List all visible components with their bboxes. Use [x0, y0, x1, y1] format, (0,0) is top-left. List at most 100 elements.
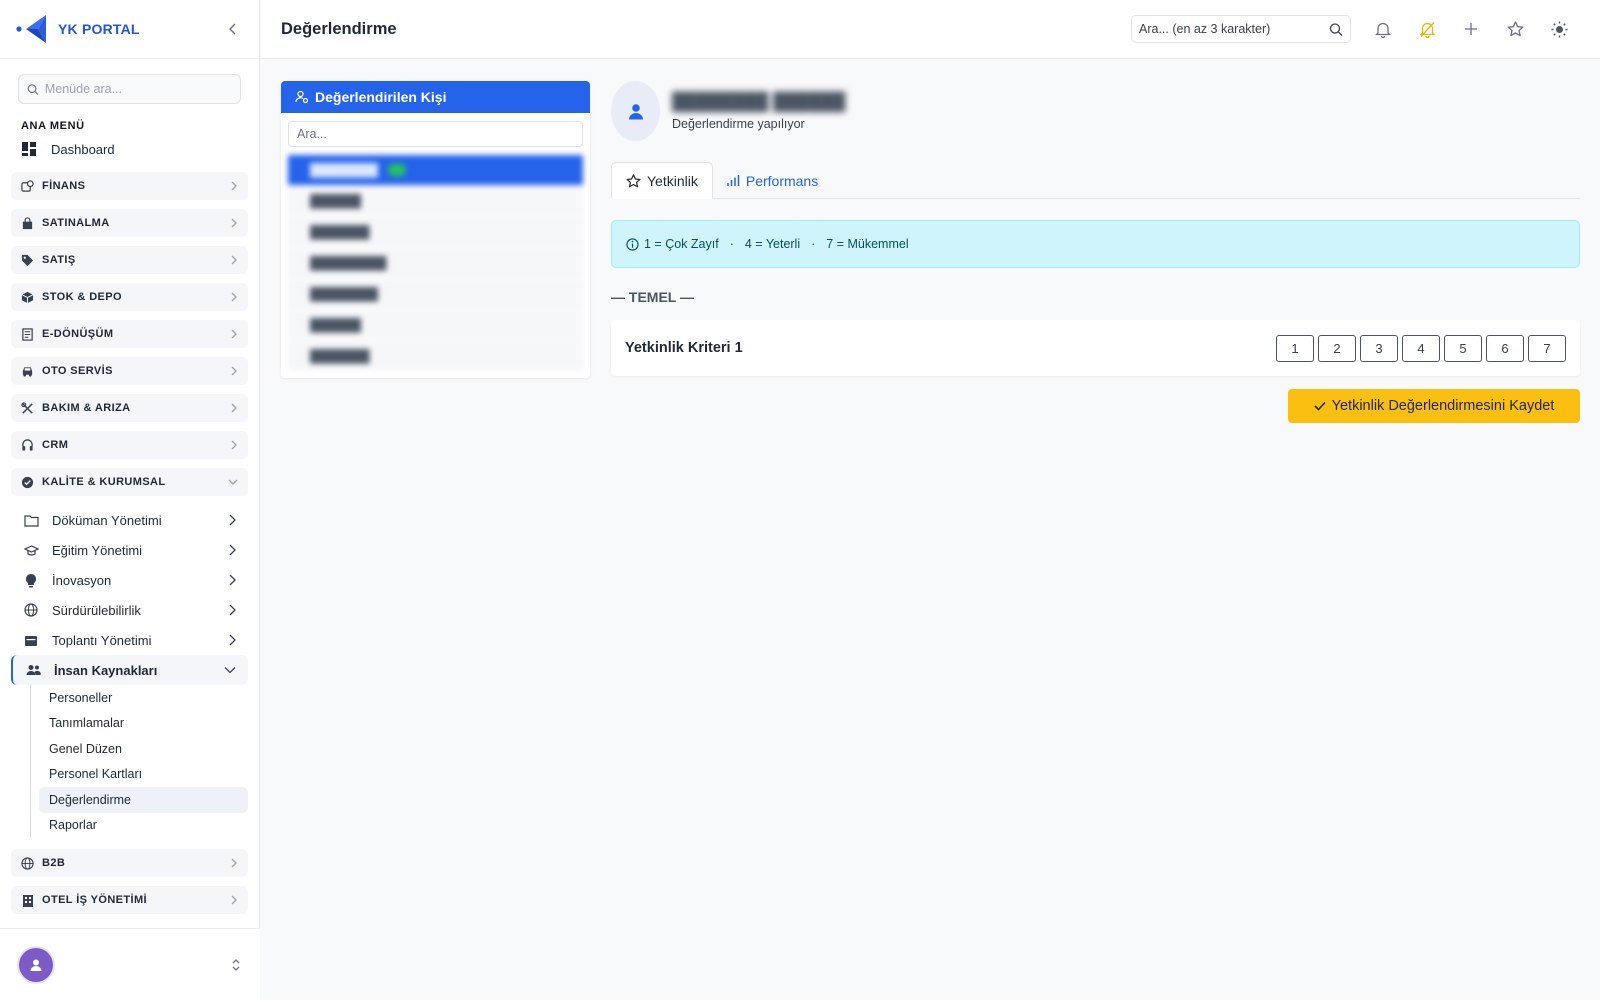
add-button[interactable] [1461, 19, 1481, 39]
user-menu-toggle[interactable] [231, 958, 241, 972]
legend-item: 7 = Mükemmel [826, 237, 909, 251]
list-item[interactable]: ██████ [288, 186, 583, 217]
tab-performans[interactable]: Performans [713, 162, 832, 199]
menu-group-label: SATINALMA [42, 217, 110, 229]
search-icon[interactable] [1329, 22, 1343, 37]
list-item[interactable]: ██████ [288, 310, 583, 341]
rating-button-4[interactable]: 4 [1402, 334, 1440, 362]
mute-notifications-button[interactable] [1417, 19, 1437, 39]
sidebar-item-degerlendirme[interactable]: Değerlendirme [39, 787, 248, 813]
rating-button-2[interactable]: 2 [1318, 334, 1356, 362]
menu-group-label: STOK & DEPO [42, 291, 122, 303]
sun-icon [1551, 21, 1567, 37]
rating-button-6[interactable]: 6 [1486, 334, 1524, 362]
chevron-right-icon [230, 895, 238, 905]
list-item[interactable]: ███████ [288, 341, 583, 372]
people-icon [25, 662, 41, 678]
chevron-updown-icon [232, 958, 240, 971]
sidebar-item-tanimlamalar[interactable]: Tanımlamalar [39, 711, 248, 737]
sidebar-item-personel-kartlari[interactable]: Personel Kartları [39, 762, 248, 788]
list-item[interactable]: ███████ [288, 217, 583, 248]
sidebar-item-dokuman-yonetimi[interactable]: Döküman Yönetimi [11, 505, 248, 535]
evaluated-person-header: ████████ ██████ Değerlendirme yapılıyor [611, 81, 845, 141]
favorites-button[interactable] [1505, 19, 1525, 39]
tab-label: Yetkinlik [647, 172, 698, 189]
chevron-right-icon [230, 858, 238, 868]
sidebar-item-surdurulebilirlik[interactable]: Sürdürülebilirlik [11, 595, 248, 625]
chevron-right-icon [230, 440, 238, 450]
sidebar: YK PORTAL ANA MENÜ Dashboard FİNANS SATI… [0, 0, 260, 1000]
theme-toggle-button[interactable] [1549, 19, 1569, 39]
sidebar-item-label: İnovasyon [52, 572, 112, 588]
person-name-redacted: ████████ ██████ [672, 91, 846, 111]
dashboard-icon [22, 142, 36, 156]
sidebar-item-label: Sürdürülebilirlik [52, 602, 141, 618]
tab-yetkinlik[interactable]: Yetkinlik [611, 162, 713, 199]
list-item[interactable]: ████████ [288, 279, 583, 310]
sidebar-item-inovasyon[interactable]: İnovasyon [11, 565, 248, 595]
menu-group-b2b[interactable]: B2B [11, 849, 248, 877]
list-item[interactable]: ████████ [288, 155, 583, 186]
menu-group-oto-servis[interactable]: OTO SERVİS [11, 357, 248, 385]
graduation-cap-icon [23, 542, 39, 558]
notifications-button[interactable] [1373, 19, 1393, 39]
calendar-icon [23, 632, 39, 648]
rating-button-3[interactable]: 3 [1360, 334, 1398, 362]
menu-group-otel-is-yonetimi[interactable]: OTEL İŞ YÖNETİMİ [11, 886, 248, 914]
bell-icon [1375, 22, 1391, 38]
menu-group-bakim-ariza[interactable]: BAKIM & ARIZA [11, 394, 248, 422]
sidebar-item-dashboard[interactable]: Dashboard [21, 139, 259, 159]
person-info: ████████ ██████ Değerlendirme yapılıyor [672, 92, 845, 131]
shopping-bag-icon [21, 216, 34, 230]
sidebar-item-label: Toplantı Yönetimi [52, 632, 152, 648]
sidebar-item-egitim-yonetimi[interactable]: Eğitim Yönetimi [11, 535, 248, 565]
list-item[interactable]: █████████ [288, 248, 583, 279]
sidebar-item-toplanti-yonetimi[interactable]: Toplantı Yönetimi [11, 625, 248, 655]
sidebar-header: YK PORTAL [0, 0, 259, 59]
menu-group-finans[interactable]: FİNANS [11, 172, 248, 200]
rating-button-5[interactable]: 5 [1444, 334, 1482, 362]
document-icon [21, 327, 34, 341]
menu-group-crm[interactable]: CRM [11, 431, 248, 459]
chevron-right-icon [230, 366, 238, 376]
user-icon [30, 959, 42, 971]
headset-icon [21, 438, 34, 452]
redacted-name: ████████ [310, 163, 379, 177]
criterion-row: Yetkinlik Kriteri 1 1 2 3 4 5 6 7 [611, 320, 1580, 376]
sidebar-item-personeller[interactable]: Personeller [39, 685, 248, 711]
menu-group-label: KALİTE & KURUMSAL [42, 476, 166, 488]
menu-group-label: CRM [42, 439, 69, 451]
sidebar-item-label: Eğitim Yönetimi [52, 542, 143, 558]
chevron-right-icon [228, 634, 236, 646]
collapse-sidebar-button[interactable] [223, 19, 243, 39]
global-search-input[interactable] [1139, 22, 1330, 36]
menu-group-e-donusum[interactable]: E-DÖNÜŞÜM [11, 320, 248, 348]
rating-button-7[interactable]: 7 [1528, 334, 1566, 362]
user-avatar[interactable] [19, 947, 53, 982]
building-icon [21, 894, 34, 907]
menu-group-satinalma[interactable]: SATINALMA [11, 209, 248, 237]
hr-submenu: Personeller Tanımlamalar Genel Düzen Per… [30, 685, 248, 838]
sidebar-item-insan-kaynaklari[interactable]: İnsan Kaynakları [11, 655, 248, 685]
menu-search-input[interactable] [44, 82, 232, 96]
person-search-input[interactable] [297, 127, 574, 141]
sidebar-item-label: Dashboard [51, 141, 115, 157]
sidebar-item-label: Döküman Yönetimi [52, 512, 162, 528]
user-icon [628, 103, 643, 119]
chevron-right-icon [228, 574, 236, 586]
quality-submenu: Döküman Yönetimi Eğitim Yönetimi İnovasy… [11, 505, 248, 685]
sidebar-item-genel-duzen[interactable]: Genel Düzen [39, 736, 248, 762]
menu-groups-after: B2B OTEL İŞ YÖNETİMİ [11, 849, 248, 923]
menu-group-stok-depo[interactable]: STOK & DEPO [11, 283, 248, 311]
menu-group-label: B2B [42, 857, 66, 869]
sidebar-item-raporlar[interactable]: Raporlar [39, 813, 248, 839]
chevron-down-icon [224, 666, 236, 674]
chevron-right-icon [230, 292, 238, 302]
check-icon [1314, 401, 1326, 411]
rating-button-1[interactable]: 1 [1276, 334, 1314, 362]
menu-group-kalite-kurumsal[interactable]: KALİTE & KURUMSAL [11, 468, 248, 496]
menu-group-satis[interactable]: SATIŞ [11, 246, 248, 274]
logo[interactable]: YK PORTAL [16, 13, 140, 45]
chevron-right-icon [230, 403, 238, 413]
save-evaluation-button[interactable]: Yetkinlik Değerlendirmesini Kaydet [1288, 389, 1580, 423]
